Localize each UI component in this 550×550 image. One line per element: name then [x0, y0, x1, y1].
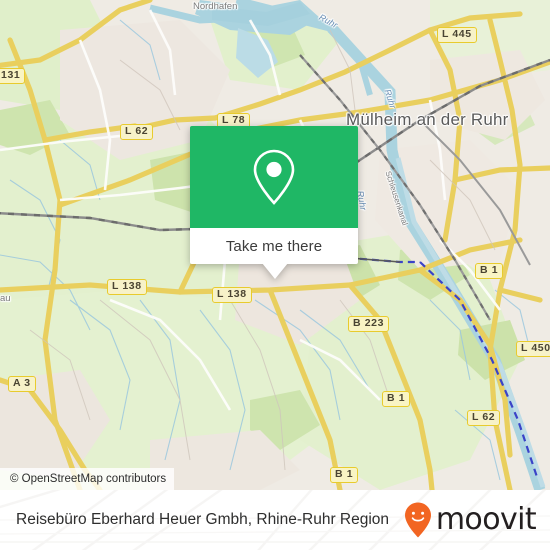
map-label-au: au [0, 293, 11, 304]
road-shield-b223: B 223 [348, 316, 390, 332]
map-pin-icon [253, 149, 295, 205]
road-shield-l62-south: L 62 [467, 410, 501, 426]
road-shield-l138-east: L 138 [212, 287, 252, 303]
moovit-brand[interactable]: moovit [403, 501, 537, 539]
road-shield-l138-west: L 138 [107, 279, 147, 295]
map-canvas[interactable]: Mülheim an der Ruhr Nordhafen au Schleus… [0, 0, 550, 490]
take-me-there-label: Take me there [225, 237, 323, 255]
map-label-nordhafen: Nordhafen [193, 1, 238, 12]
osm-attribution[interactable]: © OpenStreetMap contributors [0, 468, 175, 490]
popup-pointer-tail [262, 263, 288, 279]
road-shield-131: 131 [0, 68, 26, 84]
road-shield-l445: L 445 [437, 27, 477, 43]
osm-attribution-text: © OpenStreetMap contributors [10, 473, 167, 485]
road-shield-l62-north: L 62 [120, 124, 154, 140]
road-shield-b1-mid: B 1 [382, 391, 411, 407]
location-title: Reisebüro Eberhard Heuer Gmbh, Rhine-Ruh… [16, 511, 390, 528]
moovit-wordmark: moovit [435, 502, 537, 537]
popup-action-bar[interactable]: Take me there [190, 228, 358, 264]
road-shield-l450: L 450 [516, 341, 550, 357]
popup-header [190, 126, 358, 228]
map-label-city: Mülheim an der Ruhr [346, 110, 509, 129]
footer-bar: Reisebüro Eberhard Heuer Gmbh, Rhine-Ruh… [0, 490, 550, 550]
location-popup-card[interactable]: Take me there [190, 126, 358, 279]
moovit-smiley-pin-icon [404, 502, 431, 538]
road-shield-b1-south: B 1 [330, 467, 359, 483]
road-shield-b1-north: B 1 [475, 263, 504, 279]
road-shield-a3: A 3 [8, 376, 36, 392]
